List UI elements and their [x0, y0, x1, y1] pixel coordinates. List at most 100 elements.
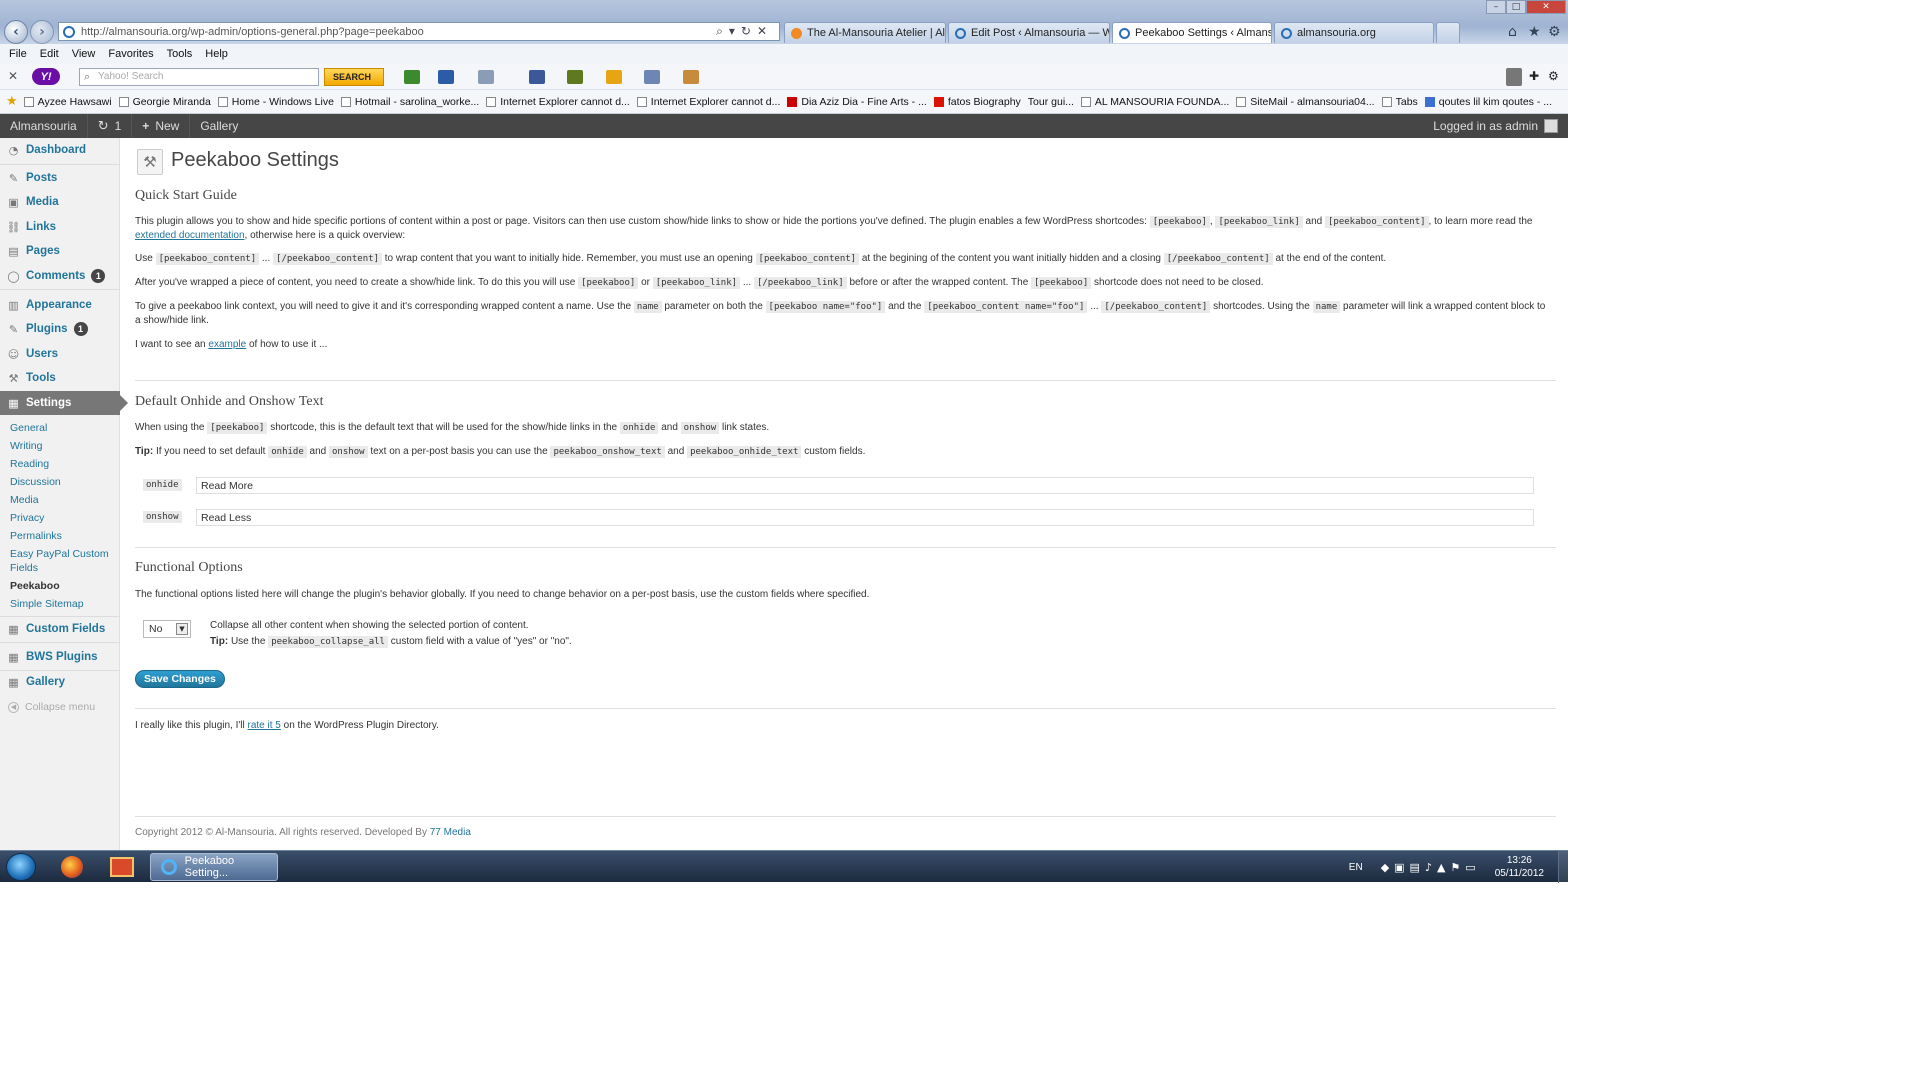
toolbar-menu-icon[interactable]: [1506, 68, 1522, 86]
sidebar-item-custom-fields[interactable]: ▦ Custom Fields: [0, 618, 120, 640]
tray-icons[interactable]: ◆▣▤♪▲⚑▭: [1381, 861, 1481, 874]
facebook-icon[interactable]: [529, 70, 545, 84]
yahoo-search-input[interactable]: Yahoo! Search: [79, 68, 319, 86]
explorer-taskbar-icon[interactable]: [98, 853, 146, 881]
submenu-easy-paypal-custom-fields[interactable]: Easy PayPal Custom Fields: [10, 547, 115, 575]
favorites-star-icon[interactable]: ★: [6, 94, 18, 109]
favorite-link[interactable]: Hotmail - sarolina_worke...: [340, 96, 479, 108]
grid-icon: ▦: [8, 650, 19, 664]
adminbar-new[interactable]: + New: [131, 114, 189, 138]
browser-tab-active[interactable]: Peekaboo Settings ‹ Almans... ✕: [1112, 22, 1272, 43]
favorite-link[interactable]: Ayzee Hawsawi: [23, 96, 112, 108]
news-icon[interactable]: [644, 70, 660, 84]
address-bar[interactable]: http://almansouria.org/wp-admin/options-…: [58, 22, 780, 41]
favorite-link[interactable]: Georgie Miranda: [118, 96, 211, 108]
address-controls[interactable]: ⌕▾↻✕: [716, 24, 773, 39]
favorite-link[interactable]: Internet Explorer cannot d...: [636, 96, 780, 108]
sidebar-item-plugins[interactable]: ✎ Plugins 1: [0, 318, 120, 340]
browser-tab[interactable]: The Al-Mansouria Atelier | Alm...: [784, 22, 946, 43]
sidebar-item-pages[interactable]: ▤ Pages: [0, 240, 120, 262]
ie-taskbar-window[interactable]: Peekaboo Setting...: [150, 853, 278, 881]
show-desktop-button[interactable]: [1558, 851, 1568, 883]
submenu-simple-sitemap[interactable]: Simple Sitemap: [10, 597, 115, 611]
menu-help[interactable]: Help: [205, 48, 228, 60]
menu-favorites[interactable]: Favorites: [108, 48, 153, 60]
adminbar-site-name[interactable]: Almansouria: [0, 114, 87, 138]
start-button[interactable]: [6, 853, 36, 881]
submenu-privacy[interactable]: Privacy: [10, 511, 115, 525]
extended-documentation-link[interactable]: extended documentation: [135, 230, 245, 241]
favorite-link[interactable]: fatos Biography: [933, 96, 1021, 108]
maximize-icon[interactable]: □: [1506, 0, 1526, 14]
ebay-icon[interactable]: [606, 70, 622, 84]
sidebar-item-gallery[interactable]: ▦ Gallery: [0, 671, 120, 693]
new-tab-button[interactable]: [1436, 22, 1460, 43]
close-window-icon[interactable]: ✕: [1526, 0, 1566, 14]
sidebar-item-bws-plugins[interactable]: ▦ BWS Plugins: [0, 646, 120, 668]
yahoo-search-button[interactable]: SEARCH: [324, 68, 384, 86]
favorite-link[interactable]: SiteMail - almansouria04...: [1236, 96, 1375, 108]
sidebar-item-users[interactable]: ☺ Users: [0, 343, 120, 365]
footer-77media-link[interactable]: 77 Media: [430, 827, 471, 838]
sidebar-item-links[interactable]: ⛓ Links: [0, 216, 120, 238]
bookmark-add-icon[interactable]: [404, 70, 420, 84]
sidebar-item-appearance[interactable]: ▥ Appearance: [0, 294, 120, 316]
home-icon[interactable]: ⌂: [1508, 24, 1517, 40]
favorite-link[interactable]: Tabs: [1381, 96, 1418, 108]
example-link[interactable]: example: [208, 339, 246, 350]
sidebar-item-comments[interactable]: ◯ Comments 1: [0, 265, 120, 287]
submenu-general[interactable]: General: [10, 421, 115, 435]
functional-heading: Functional Options: [135, 560, 243, 575]
submenu-writing[interactable]: Writing: [10, 439, 115, 453]
favorite-link[interactable]: qoutes lil kim qoutes - ...: [1424, 96, 1552, 108]
submenu-peekaboo[interactable]: Peekaboo: [10, 579, 115, 593]
firefox-taskbar-icon[interactable]: [48, 853, 96, 881]
menu-view[interactable]: View: [72, 48, 96, 60]
gear-icon[interactable]: ⚙: [1548, 24, 1561, 40]
plus-icon[interactable]: ✚: [1529, 69, 1539, 83]
adminbar-updates[interactable]: ↻ 1: [86, 114, 132, 138]
collapse-all-select[interactable]: No ▼: [143, 620, 191, 638]
sidebar-item-media[interactable]: ▣ Media: [0, 191, 120, 213]
browser-tab[interactable]: Edit Post ‹ Almansouria — Wor...: [948, 22, 1110, 43]
onhide-text-input[interactable]: Read More: [196, 477, 1534, 494]
menu-edit[interactable]: Edit: [40, 48, 59, 60]
minimize-icon[interactable]: –: [1486, 0, 1506, 14]
weather-icon[interactable]: [478, 70, 494, 84]
sidebar-item-posts[interactable]: ✎ Posts: [0, 167, 120, 189]
adminbar-account[interactable]: Logged in as admin: [1433, 114, 1558, 138]
favorite-link[interactable]: Internet Explorer cannot d...: [486, 96, 630, 108]
menu-tools[interactable]: Tools: [167, 48, 193, 60]
favorite-link[interactable]: AL MANSOURIA FOUNDA...: [1080, 96, 1229, 108]
mail-icon[interactable]: [438, 70, 454, 84]
sidebar-item-dashboard[interactable]: ◔ Dashboard: [0, 139, 120, 161]
close-toolbar-icon[interactable]: ✕: [8, 69, 18, 83]
submenu-discussion[interactable]: Discussion: [10, 475, 115, 489]
sidebar-item-tools[interactable]: ⚒ Tools: [0, 367, 120, 389]
forward-button[interactable]: ›: [30, 20, 54, 44]
onshow-text-input[interactable]: Read Less: [196, 509, 1534, 526]
submenu-media[interactable]: Media: [10, 493, 115, 507]
gear-icon[interactable]: ⚙: [1548, 69, 1559, 83]
submenu-permalinks[interactable]: Permalinks: [10, 529, 115, 543]
favorite-link[interactable]: Dia Aziz Dia - Fine Arts - ...: [787, 96, 927, 108]
favorite-link[interactable]: Home - Windows Live: [217, 96, 334, 108]
menu-file[interactable]: File: [9, 48, 27, 60]
favorite-link[interactable]: Tour gui...: [1028, 96, 1074, 108]
save-changes-button[interactable]: Save Changes: [135, 670, 225, 688]
browser-tab[interactable]: almansouria.org: [1274, 22, 1434, 43]
games-icon[interactable]: [567, 70, 583, 84]
clock[interactable]: 13:26 05/11/2012: [1495, 854, 1544, 880]
puzzle-icon[interactable]: [683, 70, 699, 84]
yahoo-logo-icon[interactable]: Y!: [32, 68, 60, 85]
favorites-star-icon[interactable]: ★: [1528, 24, 1541, 40]
adminbar-gallery[interactable]: Gallery: [189, 114, 248, 138]
collapse-menu-button[interactable]: ◀ Collapse menu: [8, 701, 95, 713]
submenu-reading[interactable]: Reading: [10, 457, 115, 471]
back-button[interactable]: ‹: [4, 20, 28, 44]
language-indicator[interactable]: EN: [1349, 862, 1363, 873]
rate-it-link[interactable]: rate it 5: [248, 720, 281, 731]
sidebar-item-settings[interactable]: ▦ Settings: [0, 391, 128, 415]
address-url[interactable]: http://almansouria.org/wp-admin/options-…: [81, 26, 424, 38]
quickstart-paragraph-3: After you've wrapped a piece of content,…: [135, 277, 1264, 289]
